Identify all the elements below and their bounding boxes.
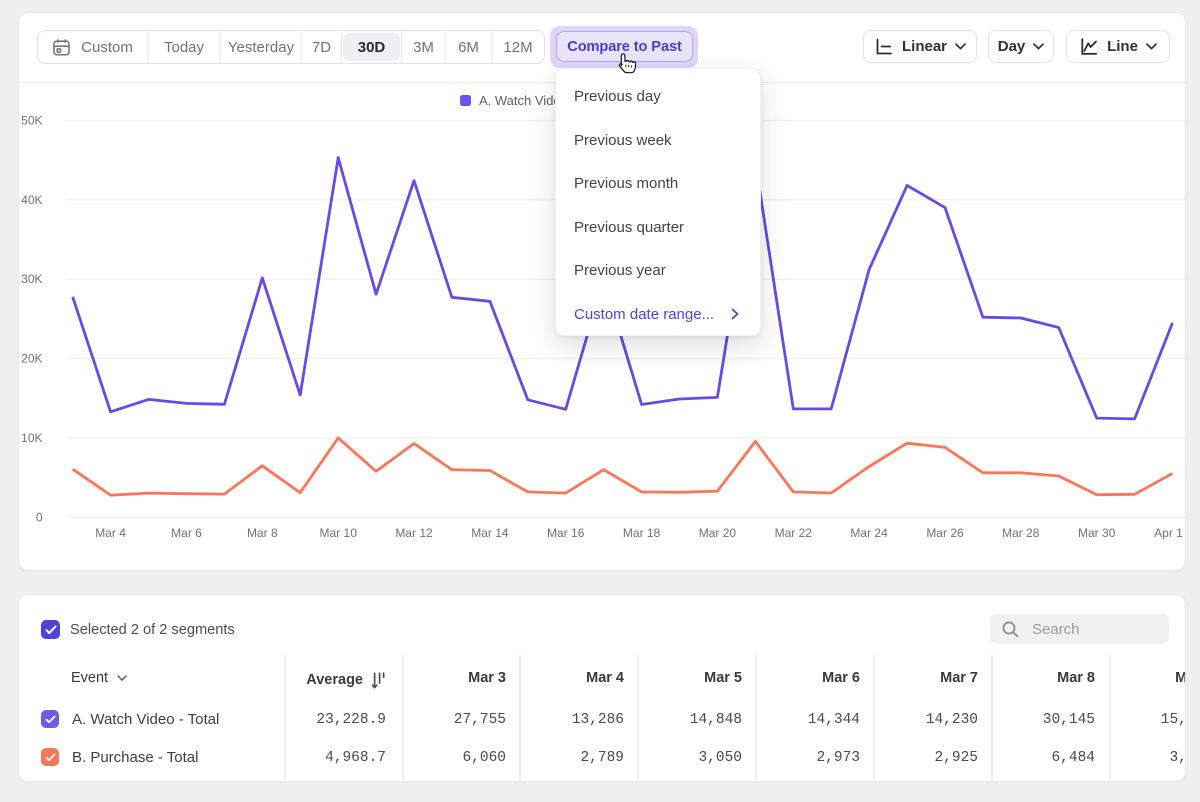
svg-text:20K: 20K [21,352,42,366]
svg-text:30K: 30K [21,272,42,286]
svg-text:Mar 16: Mar 16 [547,526,585,540]
svg-text:0: 0 [36,510,43,524]
svg-text:Mar 26: Mar 26 [926,526,964,540]
svg-text:Mar 24: Mar 24 [850,526,888,540]
svg-text:Mar 28: Mar 28 [1002,526,1040,540]
svg-text:10K: 10K [21,431,42,445]
svg-text:Mar 20: Mar 20 [699,526,737,540]
svg-text:Mar 12: Mar 12 [395,526,433,540]
svg-text:Apr 1: Apr 1 [1154,526,1183,540]
svg-text:Mar 6: Mar 6 [171,526,202,540]
svg-text:Mar 8: Mar 8 [247,526,278,540]
svg-text:50K: 50K [21,114,42,128]
svg-text:Mar 18: Mar 18 [623,526,661,540]
svg-text:40K: 40K [21,193,42,207]
svg-text:Mar 30: Mar 30 [1078,526,1116,540]
svg-text:Mar 10: Mar 10 [320,526,358,540]
svg-text:Mar 22: Mar 22 [775,526,813,540]
svg-text:Mar 14: Mar 14 [471,526,509,540]
svg-text:Mar 4: Mar 4 [95,526,126,540]
